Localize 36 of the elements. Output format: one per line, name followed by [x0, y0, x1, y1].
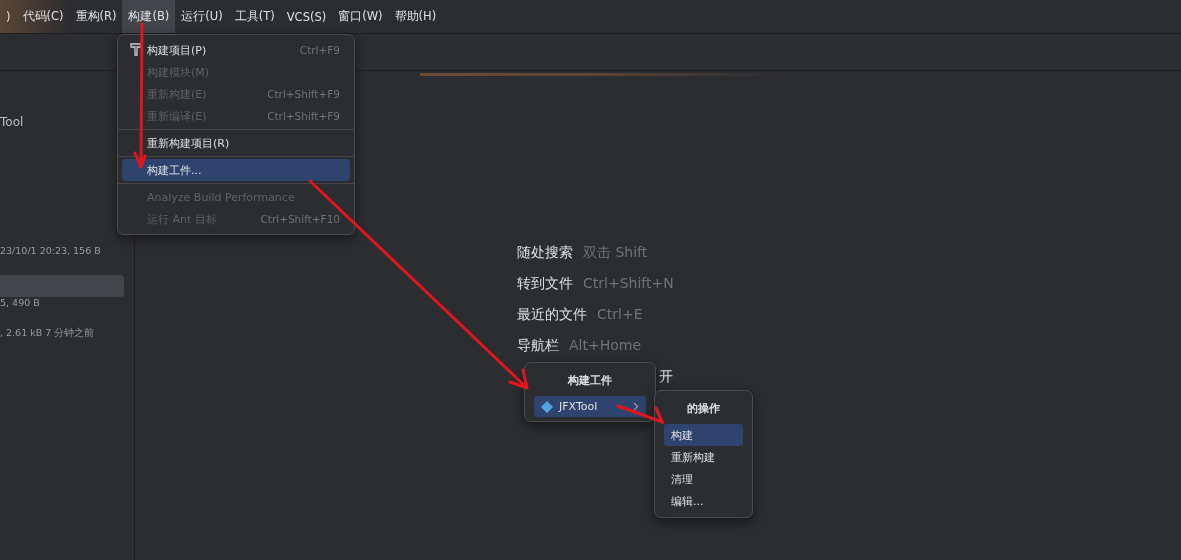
- action-item[interactable]: 重新构建: [664, 446, 743, 468]
- file-info-text: , 2.61 kB 7 分钟之前: [0, 327, 96, 340]
- menu-bar-item[interactable]: 重构(R): [69, 0, 123, 33]
- menu-bar-item[interactable]: 代码(C): [16, 0, 70, 33]
- artifact-item[interactable]: JFXTool: [534, 396, 646, 417]
- menu-bar-item[interactable]: 工具(T): [228, 0, 281, 33]
- menu-item[interactable]: 构建项目(P) Ctrl+F9: [122, 39, 350, 61]
- file-info-text: 23/10/1 20:23, 156 B: [0, 245, 102, 258]
- chevron-icon: [633, 402, 639, 411]
- menu-bar-item[interactable]: ): [0, 0, 17, 33]
- menu-item[interactable]: 重新构建项目(R): [122, 132, 350, 154]
- popup-title: 构建工件: [567, 373, 613, 389]
- artifact-icon: [541, 400, 553, 413]
- hint-label: 转到文件: [517, 275, 573, 293]
- hammer-icon: [130, 43, 142, 56]
- action-item[interactable]: 编辑...: [664, 490, 743, 512]
- action-item[interactable]: 清理: [664, 468, 743, 490]
- menu-bar-item[interactable]: 帮助(H): [388, 0, 443, 33]
- hint-shortcut: Alt+Home: [569, 337, 642, 355]
- project-name: Tool: [0, 115, 25, 131]
- hint-label: 最近的文件: [517, 306, 587, 324]
- menu-bar-item[interactable]: 窗口(W): [332, 0, 389, 33]
- hint-shortcut: Ctrl+Shift+N: [583, 275, 674, 293]
- action-item[interactable]: 构建: [664, 424, 743, 446]
- file-info-text: 5, 490 B: [0, 297, 41, 310]
- selected-tree-row[interactable]: [0, 275, 124, 297]
- popup-title: 的操作: [686, 401, 721, 417]
- menu-item[interactable]: 构建工件...: [122, 159, 350, 181]
- hint-label: 导航栏: [517, 337, 559, 355]
- menu-bar-item[interactable]: 构建(B): [122, 0, 176, 33]
- menu-bar-item[interactable]: VCS(S): [280, 0, 333, 33]
- hint-shortcut: 双击 Shift: [583, 244, 648, 262]
- menu-bar-item[interactable]: 运行(U): [175, 0, 229, 33]
- hint-label: 开: [659, 368, 673, 386]
- hint-label: 随处搜索: [517, 244, 573, 262]
- hint-shortcut: Ctrl+E: [597, 306, 643, 324]
